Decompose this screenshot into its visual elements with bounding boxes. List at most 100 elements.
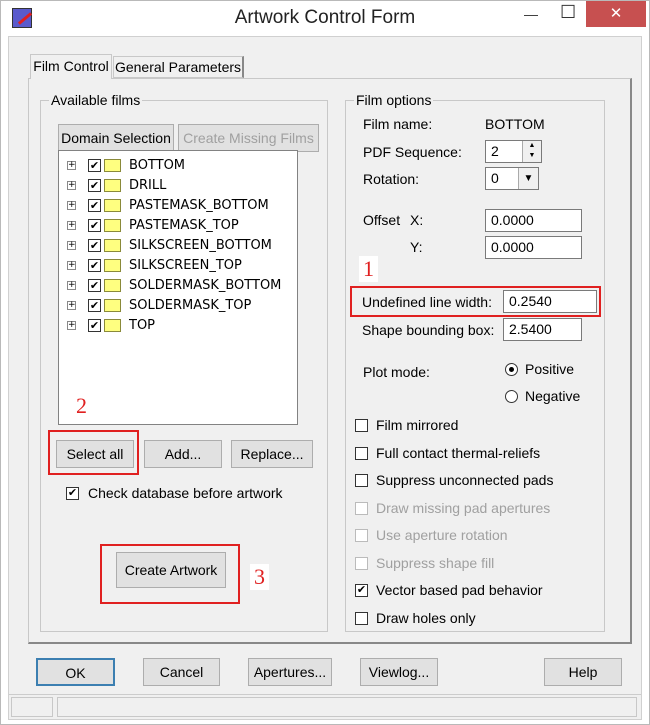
positive-radio[interactable] bbox=[505, 363, 518, 376]
negative-radio[interactable] bbox=[505, 390, 518, 403]
film-checkbox[interactable]: ✔ bbox=[88, 219, 101, 232]
expand-icon[interactable]: + bbox=[67, 161, 76, 170]
chevron-down-icon[interactable]: ▼ bbox=[518, 168, 538, 189]
expand-icon[interactable]: + bbox=[67, 241, 76, 250]
film-checkbox[interactable]: ✔ bbox=[88, 159, 101, 172]
film-tree-item[interactable]: + ✔ SOLDERMASK_BOTTOM bbox=[67, 276, 281, 296]
option-checkbox[interactable] bbox=[355, 611, 368, 625]
window-title: Artwork Control Form bbox=[234, 7, 416, 28]
expand-icon[interactable]: + bbox=[67, 261, 76, 270]
annotation-box-3 bbox=[100, 544, 240, 604]
option-label: Draw holes only bbox=[376, 609, 476, 626]
shape-bounding-box-input[interactable]: 2.5400 bbox=[503, 318, 582, 341]
spinner-arrows-icon[interactable]: ▲ ▼ bbox=[522, 141, 541, 162]
expand-icon[interactable]: + bbox=[67, 321, 76, 330]
viewlog-button[interactable]: Viewlog... bbox=[360, 658, 438, 686]
annotation-box-2 bbox=[48, 430, 139, 475]
folder-icon bbox=[104, 279, 121, 292]
option-label: Suppress shape fill bbox=[376, 554, 495, 571]
film-name: BOTTOM bbox=[129, 158, 186, 173]
film-name: SOLDERMASK_BOTTOM bbox=[129, 278, 282, 293]
option-checkbox[interactable]: ✔ bbox=[355, 584, 368, 597]
expand-icon[interactable]: + bbox=[67, 281, 76, 290]
film-name-label: Film name: bbox=[363, 116, 433, 132]
replace-button[interactable]: Replace... bbox=[231, 440, 313, 468]
folder-icon bbox=[104, 239, 121, 252]
offset-y-input[interactable]: 0.0000 bbox=[485, 236, 582, 259]
annotation-number-3: 3 bbox=[250, 564, 269, 590]
negative-label: Negative bbox=[525, 388, 581, 404]
offset-x-input[interactable]: 0.0000 bbox=[485, 209, 582, 232]
option-label: Film mirrored bbox=[376, 417, 459, 433]
tab-general-parameters[interactable]: General Parameters bbox=[113, 56, 244, 78]
folder-icon bbox=[104, 299, 121, 312]
offset-y-label: Y: bbox=[410, 239, 423, 255]
films-tree[interactable]: + ✔ BOTTOM + ✔ DRILL + ✔ PASTEMASK_BOTTOM + ✔ PASTE… bbox=[58, 150, 298, 425]
rotation-label: Rotation: bbox=[363, 171, 420, 187]
film-tree-item[interactable]: + ✔ PASTEMASK_BOTTOM bbox=[67, 196, 269, 216]
film-checkbox[interactable]: ✔ bbox=[88, 179, 101, 192]
film-tree-item[interactable]: + ✔ SILKSCREEN_TOP bbox=[67, 256, 242, 276]
film-tree-item[interactable]: + ✔ DRILL bbox=[67, 176, 166, 196]
film-tree-item[interactable]: + ✔ SILKSCREEN_BOTTOM bbox=[67, 236, 272, 256]
option-label: Draw missing pad apertures bbox=[376, 499, 551, 516]
film-checkbox[interactable]: ✔ bbox=[88, 239, 101, 252]
film-checkbox[interactable]: ✔ bbox=[88, 259, 101, 272]
status-bar bbox=[9, 694, 641, 718]
film-tree-item[interactable]: + ✔ PASTEMASK_TOP bbox=[67, 216, 239, 236]
film-name-value: BOTTOM bbox=[485, 116, 545, 132]
film-checkbox[interactable]: ✔ bbox=[88, 199, 101, 212]
film-name: DRILL bbox=[129, 178, 167, 193]
option-label: Use aperture rotation bbox=[376, 527, 508, 543]
option-checkbox bbox=[355, 556, 368, 570]
close-button[interactable]: ✕ bbox=[586, 1, 646, 27]
option-label: Full contact thermal-reliefs bbox=[376, 444, 541, 461]
option-checkbox[interactable] bbox=[355, 419, 368, 432]
check-database-checkbox[interactable]: ✔ bbox=[66, 487, 79, 500]
check-database-label: Check database before artwork bbox=[88, 485, 283, 501]
tab-film-control[interactable]: Film Control bbox=[30, 54, 112, 79]
shape-bounding-box-label: Shape bounding box: bbox=[362, 322, 495, 338]
film-name: SOLDERMASK_TOP bbox=[129, 298, 252, 313]
folder-icon bbox=[104, 259, 121, 272]
film-tree-item[interactable]: + ✔ BOTTOM bbox=[67, 156, 185, 176]
folder-icon bbox=[104, 219, 121, 232]
film-name: PASTEMASK_TOP bbox=[129, 218, 239, 233]
minimize-button[interactable]: — bbox=[524, 6, 538, 22]
folder-icon bbox=[104, 179, 121, 192]
film-name: SILKSCREEN_BOTTOM bbox=[129, 238, 272, 253]
ok-button[interactable]: OK bbox=[36, 658, 115, 686]
option-checkbox bbox=[355, 529, 368, 542]
option-checkbox bbox=[355, 501, 368, 515]
domain-selection-button[interactable]: Domain Selection bbox=[58, 124, 174, 152]
expand-icon[interactable]: + bbox=[67, 201, 76, 210]
option-label: Vector based pad behavior bbox=[376, 582, 543, 598]
available-films-label: Available films bbox=[49, 92, 143, 108]
film-tree-item[interactable]: + ✔ TOP bbox=[67, 316, 155, 336]
add-button[interactable]: Add... bbox=[144, 440, 222, 468]
help-button[interactable]: Help bbox=[544, 658, 622, 686]
expand-icon[interactable]: + bbox=[67, 181, 76, 190]
film-checkbox[interactable]: ✔ bbox=[88, 279, 101, 292]
folder-icon bbox=[104, 319, 121, 332]
folder-icon bbox=[104, 199, 121, 212]
annotation-box-1 bbox=[350, 286, 601, 317]
positive-label: Positive bbox=[525, 361, 575, 377]
option-checkbox[interactable] bbox=[355, 474, 368, 487]
film-tree-item[interactable]: + ✔ SOLDERMASK_TOP bbox=[67, 296, 251, 316]
apertures-button[interactable]: Apertures... bbox=[248, 658, 332, 686]
annotation-number-2: 2 bbox=[72, 393, 91, 419]
offset-label: Offset bbox=[363, 212, 401, 228]
film-name: SILKSCREEN_TOP bbox=[129, 258, 242, 273]
cancel-button[interactable]: Cancel bbox=[143, 658, 220, 686]
option-label: Suppress unconnected pads bbox=[376, 472, 554, 488]
film-name: PASTEMASK_BOTTOM bbox=[129, 198, 269, 213]
maximize-button[interactable]: ☐ bbox=[560, 2, 576, 23]
option-checkbox[interactable] bbox=[355, 446, 368, 460]
pdf-sequence-label: PDF Sequence: bbox=[363, 144, 462, 160]
film-checkbox[interactable]: ✔ bbox=[88, 299, 101, 312]
expand-icon[interactable]: + bbox=[67, 221, 76, 230]
folder-icon bbox=[104, 159, 121, 172]
expand-icon[interactable]: + bbox=[67, 301, 76, 310]
film-checkbox[interactable]: ✔ bbox=[88, 319, 101, 332]
